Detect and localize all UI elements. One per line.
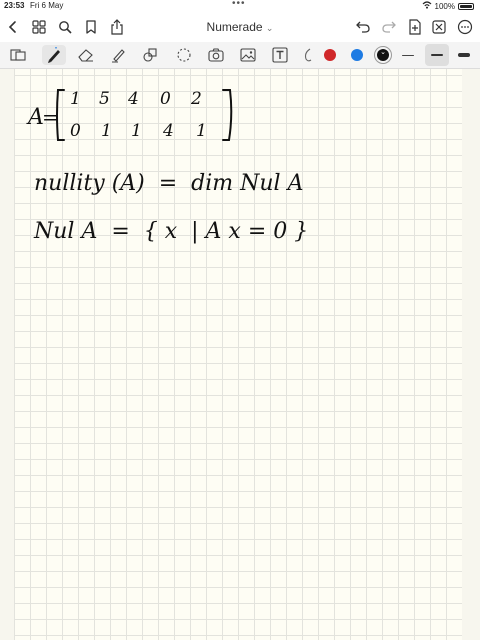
- matrix-entry: 0: [70, 121, 81, 141]
- matrix-right-bracket: [222, 89, 233, 141]
- matrix-entry: 1: [196, 121, 207, 141]
- matrix-row-1: 1 5 4 0 2: [70, 89, 202, 109]
- matrix-entry: 2: [190, 89, 202, 109]
- matrix-entry: 1: [101, 121, 112, 141]
- matrix-entry: 1: [131, 121, 142, 141]
- nul-space-definition: Nul A = { x | A x = 0 }: [33, 219, 308, 244]
- matrix-entry: 5: [99, 89, 110, 109]
- handwritten-notes: A = 1 5 4 0 2 0 1 1 4 1 nullity (A) = di…: [26, 89, 308, 244]
- matrix-entry: 0: [160, 89, 171, 109]
- matrix-entry: 1: [70, 89, 81, 109]
- nullity-equation: nullity (A) = dim Nul A: [34, 171, 303, 196]
- matrix-entry: 4: [162, 121, 174, 141]
- matrix-row-2: 0 1 1 4 1: [70, 121, 207, 141]
- matrix-entry: 4: [127, 89, 139, 109]
